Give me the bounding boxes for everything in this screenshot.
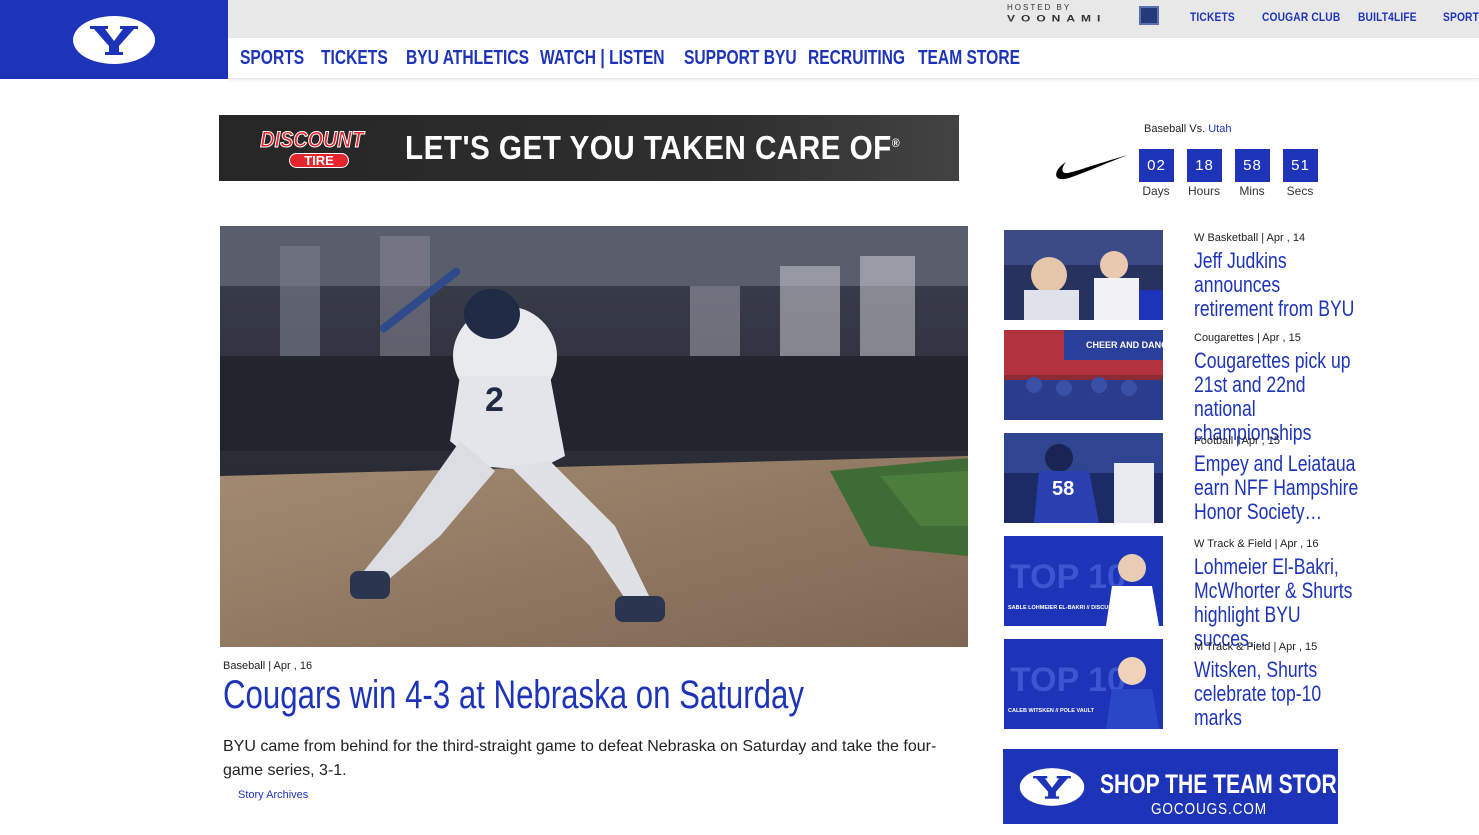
byu-y-logo-icon: [1019, 768, 1085, 806]
utility-link-tickets[interactable]: TICKETS: [1190, 10, 1235, 24]
main-nav: SPORTS TICKETS BYU ATHLETICS WATCH | LIS…: [228, 38, 1479, 79]
story-meta: W Track & Field | Apr , 16: [1194, 538, 1319, 550]
countdown-days-label: Days: [1142, 184, 1170, 198]
countdown-hours-label: Hours: [1187, 184, 1220, 198]
byu-y-logo-icon: [73, 15, 155, 64]
track-athlete-graphic: TOP 10 CALEB WITSKEN // POLE VAULT: [1004, 639, 1163, 729]
utility-link-built4life[interactable]: BUILT4LIFE: [1358, 10, 1417, 24]
byu-logo-link[interactable]: [0, 0, 228, 79]
football-jersey-number: 58: [1052, 478, 1074, 500]
hero-story-image[interactable]: 2: [220, 226, 968, 647]
story-meta: Cougarettes | Apr , 15: [1194, 332, 1301, 344]
story-thumbnail[interactable]: [1004, 230, 1163, 320]
track-athlete-graphic: TOP 10 SABLE LOHMEIER EL-BAKRI // DISCUS: [1004, 536, 1163, 626]
ad-brand-sub: TIRE: [289, 153, 349, 168]
story-meta: Football | Apr , 15: [1194, 435, 1281, 447]
nav-tickets[interactable]: TICKETS: [321, 47, 388, 70]
hero-summary: BYU came from behind for the third-strai…: [223, 738, 937, 779]
countdown-secs: 51: [1283, 149, 1318, 182]
ad-tagline-text: LET'S GET YOU TAKEN CARE OF: [405, 129, 892, 166]
story-headline-link[interactable]: Cougarettes pick up 21st and 22nd nation…: [1194, 349, 1362, 445]
nav-sports[interactable]: SPORTS: [240, 47, 304, 70]
nike-swoosh-icon: [1056, 155, 1128, 180]
utility-link-sports[interactable]: SPORTS: [1443, 10, 1479, 24]
team-store-banner[interactable]: SHOP THE TEAM STORE GOCOUGS.COM: [1003, 749, 1338, 824]
countdown-event: Baseball Vs. Utah: [1144, 123, 1231, 135]
athlete-caption: CALEB WITSKEN // POLE VAULT: [1008, 708, 1095, 714]
cheer-dance-sign: CHEER AND DANCE: [1086, 340, 1163, 350]
shop-title: SHOP THE TEAM STORE: [1100, 769, 1338, 799]
hosted-by-label: HOSTED BY: [1007, 3, 1072, 12]
ad-tagline: LET'S GET YOU TAKEN CARE OF®: [405, 129, 900, 167]
story-thumbnail[interactable]: TOP 10 CALEB WITSKEN // POLE VAULT: [1004, 639, 1163, 729]
countdown-mins-label: Mins: [1239, 184, 1265, 198]
nav-watch-listen[interactable]: WATCH | LISTEN: [540, 47, 665, 70]
story-archives-link[interactable]: Story Archives: [238, 789, 308, 801]
ad-brand-name: DISCOUNT: [260, 127, 364, 153]
utility-link-cougar-club[interactable]: COUGAR CLUB: [1262, 10, 1340, 24]
top10-graphic-text: TOP 10: [1010, 661, 1126, 699]
utility-bar: HOSTED BY VOONAMI TICKETS COUGAR CLUB BU…: [228, 0, 1479, 38]
sponsor-badge-icon: [1139, 6, 1159, 25]
hero-meta: Baseball | Apr , 16: [223, 660, 313, 672]
countdown-event-label: Baseball Vs.: [1144, 123, 1206, 135]
countdown-secs-label: Secs: [1286, 184, 1314, 198]
ad-registered-mark: ®: [891, 136, 901, 150]
story-headline-link[interactable]: Lohmeier El-Bakri, McWhorter & Shurts hi…: [1194, 555, 1362, 651]
hero-jersey-number: 2: [485, 381, 504, 419]
baseball-batter-photo: 2: [220, 226, 968, 647]
story-meta: W Basketball | Apr , 14: [1194, 232, 1306, 244]
basketball-celebration-photo: [1004, 230, 1163, 320]
countdown-opponent-link[interactable]: Utah: [1208, 123, 1231, 135]
story-meta: M Track & Field | Apr , 15: [1194, 641, 1318, 653]
dance-team-photo: CHEER AND DANCE: [1004, 330, 1163, 420]
countdown-hours: 18: [1187, 149, 1222, 182]
athlete-caption: SABLE LOHMEIER EL-BAKRI // DISCUS: [1008, 605, 1112, 611]
story-headline-link[interactable]: Witsken, Shurts celebrate top-10 marks: [1194, 658, 1362, 730]
story-thumbnail[interactable]: 58: [1004, 433, 1163, 523]
nav-byu-athletics[interactable]: BYU ATHLETICS: [406, 47, 529, 70]
story-headline-link[interactable]: Jeff Judkins announces retirement from B…: [1194, 249, 1362, 321]
nav-support-byu[interactable]: SUPPORT BYU: [684, 47, 797, 70]
story-thumbnail[interactable]: TOP 10 SABLE LOHMEIER EL-BAKRI // DISCUS: [1004, 536, 1163, 626]
countdown-days: 02: [1139, 149, 1174, 182]
story-thumbnail[interactable]: CHEER AND DANCE: [1004, 330, 1163, 420]
nav-recruiting[interactable]: RECRUITING: [808, 47, 905, 70]
story-headline-link[interactable]: Empey and Leiataua earn NFF Hampshire Ho…: [1194, 452, 1362, 524]
hero-headline-link[interactable]: Cougars win 4-3 at Nebraska on Saturday: [223, 673, 804, 718]
football-player-photo: 58: [1004, 433, 1163, 523]
nav-team-store[interactable]: TEAM STORE: [918, 47, 1020, 70]
top10-graphic-text: TOP 10: [1010, 558, 1126, 596]
hosted-brand-logo[interactable]: VOONAMI: [1007, 13, 1106, 24]
discount-tire-ad[interactable]: DISCOUNT TIRE LET'S GET YOU TAKEN CARE O…: [219, 115, 959, 181]
shop-url: GOCOUGS.COM: [1151, 801, 1267, 818]
countdown-mins: 58: [1235, 149, 1270, 182]
